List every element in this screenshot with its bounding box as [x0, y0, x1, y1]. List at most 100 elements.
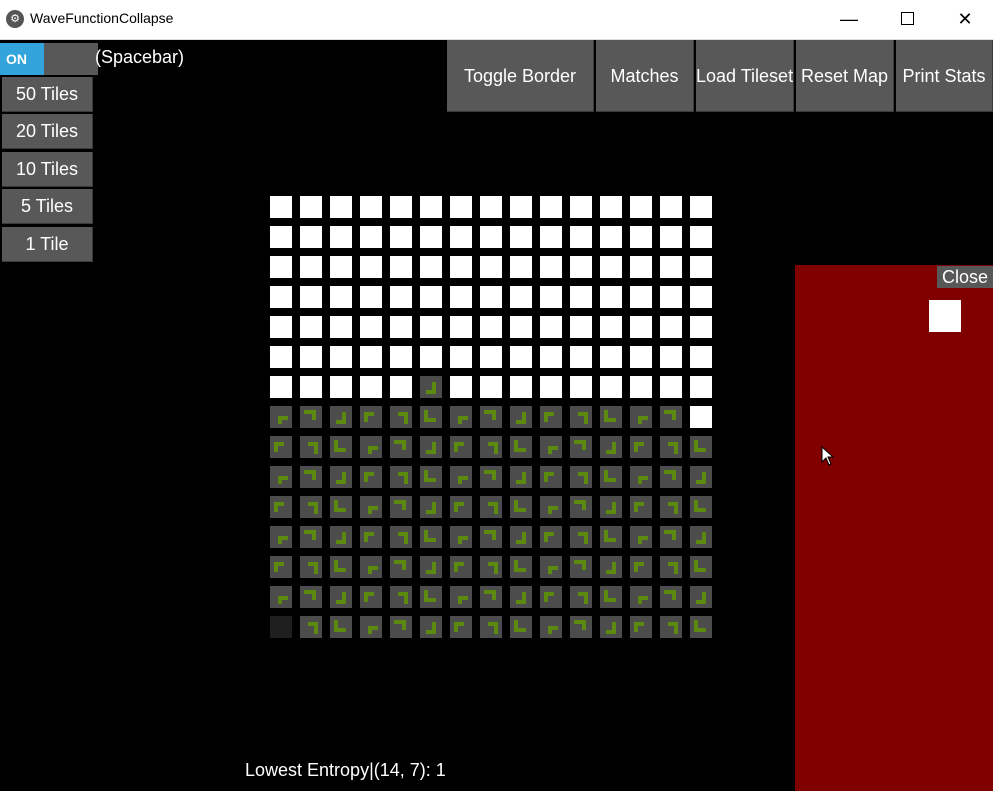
uncollapsed-tile[interactable]: [600, 346, 622, 368]
collapsed-tile[interactable]: [570, 466, 592, 488]
uncollapsed-tile[interactable]: [420, 346, 442, 368]
collapsed-tile[interactable]: [630, 436, 652, 458]
uncollapsed-tile[interactable]: [540, 256, 562, 278]
collapsed-tile[interactable]: [540, 526, 562, 548]
collapsed-tile[interactable]: [480, 436, 502, 458]
collapsed-tile[interactable]: [480, 586, 502, 608]
uncollapsed-tile[interactable]: [480, 346, 502, 368]
collapsed-tile[interactable]: [690, 436, 712, 458]
uncollapsed-tile[interactable]: [330, 316, 352, 338]
uncollapsed-tile[interactable]: [540, 226, 562, 248]
collapsed-tile[interactable]: [330, 526, 352, 548]
one-tile-button[interactable]: 1 Tile: [2, 227, 93, 262]
uncollapsed-tile[interactable]: [630, 286, 652, 308]
uncollapsed-tile[interactable]: [630, 316, 652, 338]
load-tileset-button[interactable]: Load Tileset: [696, 40, 794, 112]
collapsed-tile[interactable]: [660, 436, 682, 458]
collapsed-tile[interactable]: [270, 406, 292, 428]
uncollapsed-tile[interactable]: [510, 316, 532, 338]
collapsed-tile[interactable]: [420, 436, 442, 458]
collapsed-tile[interactable]: [420, 406, 442, 428]
collapsed-tile[interactable]: [360, 466, 382, 488]
auto-toggle-switch[interactable]: ON: [0, 43, 98, 75]
uncollapsed-tile[interactable]: [630, 196, 652, 218]
collapsed-tile[interactable]: [540, 496, 562, 518]
collapsed-tile[interactable]: [660, 616, 682, 638]
collapsed-tile[interactable]: [480, 556, 502, 578]
uncollapsed-tile[interactable]: [540, 286, 562, 308]
reset-map-button[interactable]: Reset Map: [796, 40, 894, 112]
uncollapsed-tile[interactable]: [660, 196, 682, 218]
uncollapsed-tile[interactable]: [690, 196, 712, 218]
uncollapsed-tile[interactable]: [390, 226, 412, 248]
collapsed-tile[interactable]: [660, 496, 682, 518]
uncollapsed-tile[interactable]: [300, 376, 322, 398]
uncollapsed-tile[interactable]: [330, 286, 352, 308]
collapsed-tile[interactable]: [300, 406, 322, 428]
uncollapsed-tile[interactable]: [300, 196, 322, 218]
collapsed-tile[interactable]: [630, 586, 652, 608]
uncollapsed-tile[interactable]: [330, 256, 352, 278]
collapsed-tile[interactable]: [600, 496, 622, 518]
collapsed-tile[interactable]: [570, 526, 592, 548]
collapsed-tile[interactable]: [690, 526, 712, 548]
uncollapsed-tile[interactable]: [450, 226, 472, 248]
collapsed-tile[interactable]: [540, 406, 562, 428]
collapsed-tile[interactable]: [360, 526, 382, 548]
uncollapsed-tile[interactable]: [450, 196, 472, 218]
collapsed-tile[interactable]: [330, 586, 352, 608]
collapsed-tile[interactable]: [270, 436, 292, 458]
uncollapsed-tile[interactable]: [630, 256, 652, 278]
uncollapsed-tile[interactable]: [300, 346, 322, 368]
collapsed-tile[interactable]: [390, 466, 412, 488]
collapsed-tile[interactable]: [300, 616, 322, 638]
uncollapsed-tile[interactable]: [540, 316, 562, 338]
uncollapsed-tile[interactable]: [480, 196, 502, 218]
uncollapsed-tile[interactable]: [360, 256, 382, 278]
uncollapsed-tile[interactable]: [600, 196, 622, 218]
uncollapsed-tile[interactable]: [630, 346, 652, 368]
uncollapsed-tile[interactable]: [480, 376, 502, 398]
collapsed-tile[interactable]: [450, 466, 472, 488]
collapsed-tile[interactable]: [480, 616, 502, 638]
collapsed-tile[interactable]: [630, 496, 652, 518]
ten-tiles-button[interactable]: 10 Tiles: [2, 152, 93, 187]
close-window-button[interactable]: ✕: [936, 0, 993, 39]
collapsed-tile[interactable]: [690, 586, 712, 608]
collapsed-tile[interactable]: [360, 616, 382, 638]
uncollapsed-tile[interactable]: [510, 286, 532, 308]
uncollapsed-tile[interactable]: [660, 376, 682, 398]
collapsed-tile[interactable]: [510, 616, 532, 638]
collapsed-tile[interactable]: [450, 406, 472, 428]
uncollapsed-tile[interactable]: [360, 286, 382, 308]
collapsed-tile[interactable]: [300, 526, 322, 548]
maximize-button[interactable]: [878, 0, 936, 39]
collapsed-tile[interactable]: [390, 436, 412, 458]
uncollapsed-tile[interactable]: [390, 346, 412, 368]
uncollapsed-tile[interactable]: [480, 256, 502, 278]
collapsed-tile[interactable]: [450, 526, 472, 548]
collapsed-tile[interactable]: [330, 466, 352, 488]
uncollapsed-tile[interactable]: [690, 226, 712, 248]
collapsed-tile[interactable]: [390, 406, 412, 428]
uncollapsed-tile[interactable]: [480, 316, 502, 338]
collapsed-tile[interactable]: [300, 496, 322, 518]
collapsed-tile[interactable]: [570, 436, 592, 458]
uncollapsed-tile[interactable]: [600, 316, 622, 338]
collapsed-tile[interactable]: [270, 556, 292, 578]
uncollapsed-tile[interactable]: [660, 226, 682, 248]
collapsed-tile[interactable]: [450, 436, 472, 458]
uncollapsed-tile[interactable]: [300, 286, 322, 308]
uncollapsed-tile[interactable]: [420, 226, 442, 248]
collapsed-tile[interactable]: [630, 556, 652, 578]
collapsed-tile[interactable]: [390, 586, 412, 608]
collapsed-tile[interactable]: [570, 496, 592, 518]
collapsed-tile[interactable]: [660, 556, 682, 578]
uncollapsed-tile[interactable]: [270, 346, 292, 368]
collapsed-tile[interactable]: [480, 406, 502, 428]
collapsed-tile[interactable]: [540, 466, 562, 488]
collapsed-tile[interactable]: [510, 466, 532, 488]
uncollapsed-tile[interactable]: [600, 286, 622, 308]
collapsed-tile[interactable]: [600, 406, 622, 428]
collapsed-tile[interactable]: [510, 436, 532, 458]
